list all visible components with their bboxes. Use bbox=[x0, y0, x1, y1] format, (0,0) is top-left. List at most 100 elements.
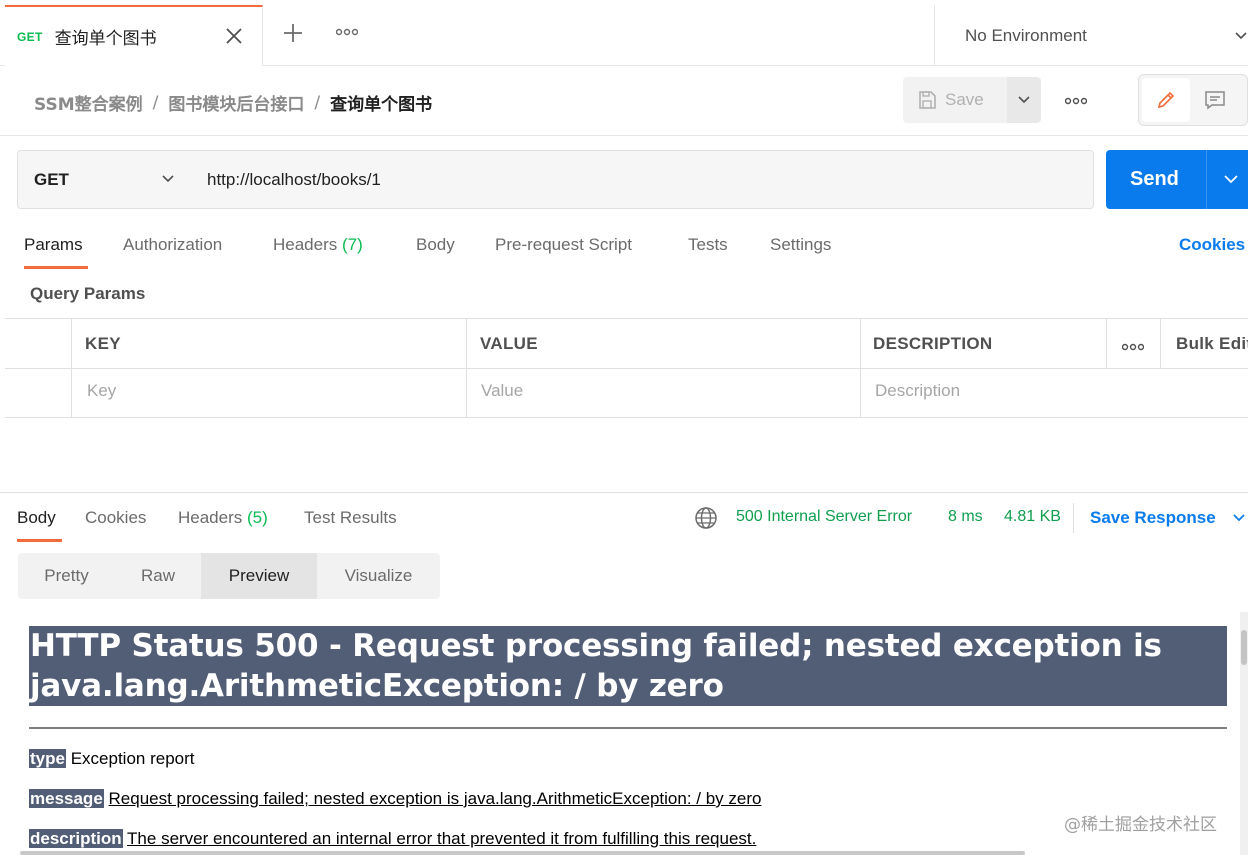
pencil-icon bbox=[1157, 91, 1175, 109]
save-options-button[interactable] bbox=[1007, 77, 1041, 123]
response-tab-test-results[interactable]: Test Results bbox=[304, 508, 397, 528]
request-header: SSM整合案例 / 图书模块后台接口 / 查询单个图书 Save bbox=[0, 66, 1248, 136]
error-description-value: The server encountered an internal error… bbox=[127, 829, 757, 848]
method-label: GET bbox=[34, 169, 69, 189]
error-description-key: description bbox=[29, 829, 123, 848]
tab-authorization[interactable]: Authorization bbox=[123, 235, 222, 255]
description-input[interactable]: Description bbox=[875, 381, 960, 401]
breadcrumb-current[interactable]: 查询单个图书 bbox=[330, 90, 432, 115]
bulk-edit-link[interactable]: Bulk Edit bbox=[1176, 334, 1248, 354]
error-message-key: message bbox=[29, 789, 104, 808]
tab-title: 查询单个图书 bbox=[54, 29, 157, 49]
environment-select[interactable]: No Environment bbox=[934, 5, 1248, 66]
view-raw[interactable]: Raw bbox=[115, 553, 201, 599]
error-title-line: HTTP Status 500 - Request processing fai… bbox=[30, 628, 1162, 664]
save-label: Save bbox=[945, 90, 984, 109]
status-divider bbox=[1073, 503, 1074, 533]
request-tabs: Params Authorization Headers (7) Body Pr… bbox=[0, 226, 1248, 272]
more-icon[interactable] bbox=[1122, 343, 1144, 351]
tab-headers[interactable]: Headers (7) bbox=[273, 235, 363, 255]
plus-icon[interactable] bbox=[282, 22, 304, 44]
error-title-line: java.lang.ArithmeticException: / by zero bbox=[30, 668, 724, 704]
view-preview[interactable]: Preview bbox=[201, 553, 317, 599]
response-preview: HTTP Status 500 - Request processing fai… bbox=[18, 612, 1240, 855]
error-description-line: description The server encountered an in… bbox=[29, 829, 756, 849]
breadcrumb: SSM整合案例 / 图书模块后台接口 / 查询单个图书 bbox=[34, 90, 432, 116]
url-value: http://localhost/books/1 bbox=[207, 169, 381, 189]
tab-method-badge: GET bbox=[17, 29, 43, 44]
send-button[interactable]: Send bbox=[1106, 150, 1248, 209]
save-response-button[interactable]: Save Response bbox=[1090, 508, 1216, 528]
breadcrumb-folder[interactable]: 图书模块后台接口 bbox=[168, 90, 304, 115]
response-time[interactable]: 8 ms bbox=[948, 508, 983, 526]
send-label: Send bbox=[1130, 168, 1179, 190]
divider bbox=[29, 727, 1227, 729]
column-header-value: VALUE bbox=[480, 334, 538, 353]
breadcrumb-separator: / bbox=[152, 92, 159, 113]
response-tab-headers-label: Headers bbox=[178, 508, 243, 527]
more-icon[interactable] bbox=[336, 28, 358, 36]
response-headers-count: (5) bbox=[247, 508, 268, 527]
column-header-key: KEY bbox=[85, 334, 121, 353]
comment-icon bbox=[1205, 91, 1225, 110]
horizontal-scrollbar[interactable] bbox=[20, 851, 1025, 855]
response-divider bbox=[0, 492, 1248, 493]
tab-bar: GET 查询单个图书 No Environment bbox=[0, 0, 1248, 66]
send-divider bbox=[1206, 150, 1207, 209]
response-size[interactable]: 4.81 KB bbox=[1004, 508, 1061, 526]
chevron-down-icon bbox=[1235, 32, 1247, 40]
column-divider bbox=[1160, 319, 1161, 368]
key-input[interactable]: Key bbox=[87, 381, 116, 401]
status-code[interactable]: 500 Internal Server Error bbox=[736, 508, 912, 526]
params-table: KEY VALUE DESCRIPTION Bulk Edit Key Valu… bbox=[5, 318, 1248, 418]
method-select[interactable]: GET bbox=[17, 150, 192, 209]
tab-params[interactable]: Params bbox=[24, 235, 83, 255]
error-title: HTTP Status 500 - Request processing fai… bbox=[29, 626, 1227, 706]
chevron-down-icon[interactable] bbox=[1232, 512, 1246, 524]
active-tab-indicator bbox=[24, 266, 88, 269]
url-input[interactable]: http://localhost/books/1 bbox=[191, 150, 1094, 209]
column-divider bbox=[71, 319, 72, 418]
column-header-description: DESCRIPTION bbox=[873, 334, 993, 353]
response-tab-body[interactable]: Body bbox=[17, 508, 56, 528]
tab-prerequest-script[interactable]: Pre-request Script bbox=[495, 235, 632, 255]
value-input[interactable]: Value bbox=[481, 381, 523, 401]
comments-button[interactable] bbox=[1192, 78, 1238, 122]
query-params-title: Query Params bbox=[30, 284, 146, 303]
error-type-line: type Exception report bbox=[29, 749, 195, 769]
response-tab-headers[interactable]: Headers (5) bbox=[178, 508, 268, 528]
error-message-line: message Request processing failed; neste… bbox=[29, 789, 761, 809]
error-type-value: Exception report bbox=[70, 749, 195, 768]
request-tab[interactable]: GET 查询单个图书 bbox=[5, 5, 263, 66]
active-response-tab-indicator bbox=[17, 539, 62, 542]
breadcrumb-collection[interactable]: SSM整合案例 bbox=[34, 90, 143, 115]
view-visualize[interactable]: Visualize bbox=[317, 553, 440, 599]
close-icon[interactable] bbox=[224, 26, 244, 46]
view-mode-switch: Pretty Raw Preview Visualize bbox=[18, 553, 440, 599]
chevron-down-icon[interactable] bbox=[1223, 172, 1239, 186]
chevron-down-icon bbox=[162, 175, 174, 183]
column-divider bbox=[1106, 319, 1107, 368]
chevron-down-icon bbox=[1018, 96, 1030, 104]
save-icon bbox=[919, 91, 936, 109]
globe-icon[interactable] bbox=[694, 506, 718, 530]
headers-count: (7) bbox=[342, 235, 363, 254]
environment-label: No Environment bbox=[965, 25, 1087, 45]
watermark: @稀土掘金技术社区 bbox=[1064, 815, 1217, 835]
tab-tests[interactable]: Tests bbox=[688, 235, 728, 255]
response-tab-cookies[interactable]: Cookies bbox=[85, 508, 146, 528]
view-pretty[interactable]: Pretty bbox=[18, 553, 115, 599]
scrollbar-thumb[interactable] bbox=[1241, 630, 1247, 665]
tab-headers-label: Headers bbox=[273, 235, 338, 254]
tab-body[interactable]: Body bbox=[416, 235, 455, 255]
edit-button[interactable] bbox=[1142, 78, 1190, 122]
tab-settings[interactable]: Settings bbox=[770, 235, 831, 255]
cookies-link[interactable]: Cookies bbox=[1179, 235, 1245, 255]
save-button[interactable]: Save bbox=[903, 77, 1007, 123]
column-divider bbox=[466, 319, 467, 418]
error-type-key: type bbox=[29, 749, 66, 768]
breadcrumb-separator: / bbox=[314, 92, 321, 113]
column-divider bbox=[860, 319, 861, 418]
more-icon[interactable] bbox=[1065, 97, 1087, 105]
error-message-value: Request processing failed; nested except… bbox=[108, 789, 762, 808]
